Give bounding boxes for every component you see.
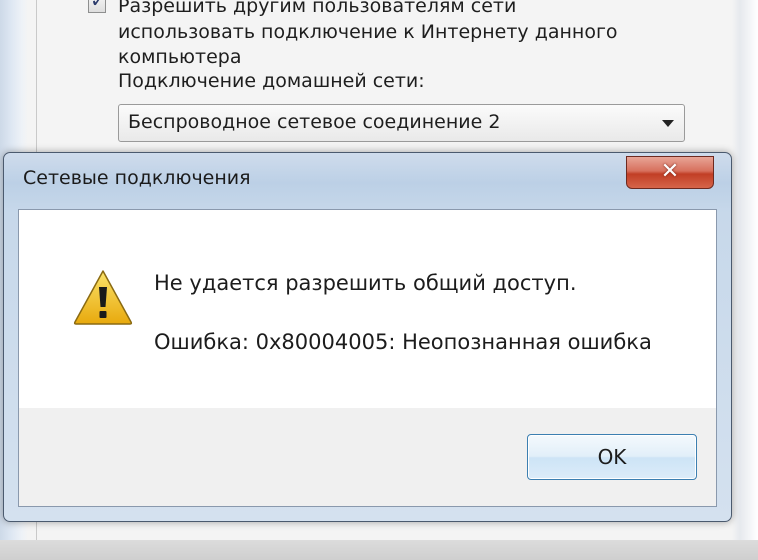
dialog-message-area: Не удается разрешить общий доступ. Ошибк… [19, 210, 716, 408]
ok-button[interactable]: OK [527, 434, 697, 480]
allow-sharing-label-line3: компьютера [118, 46, 242, 68]
dialog-error-code: Ошибка: 0x80004005: Неопознанная ошибка [154, 330, 652, 354]
dialog-main-message: Не удается разрешить общий доступ. [154, 271, 577, 295]
screen: ✓ Разрешить другим пользователям сети ис… [0, 0, 758, 560]
close-button[interactable]: ✕ [626, 156, 714, 189]
ok-button-label: OK [597, 445, 627, 469]
allow-sharing-label-line2: использовать подключение к Интернету дан… [118, 21, 618, 43]
checkmark-icon: ✓ [90, 0, 107, 12]
window-frame-bottom [0, 540, 758, 560]
dropdown-arrow-icon[interactable] [662, 120, 674, 127]
home-network-dropdown[interactable]: Беспроводное сетевое соединение 2 [118, 104, 685, 142]
home-network-label: Подключение домашней сети: [118, 70, 425, 92]
dialog-client-area: Не удается разрешить общий доступ. Ошибк… [18, 209, 717, 507]
allow-sharing-checkbox[interactable]: ✓ [88, 0, 107, 13]
close-icon: ✕ [660, 159, 680, 184]
window-frame-right [732, 0, 758, 560]
dialog-title: Сетевые подключения [23, 167, 251, 189]
home-network-selected-value: Беспроводное сетевое соединение 2 [128, 111, 501, 133]
allow-sharing-label-line1: Разрешить другим пользователям сети [118, 0, 517, 17]
warning-icon [73, 270, 133, 325]
network-connections-error-dialog: Сетевые подключения ✕ Не удается разреши… [3, 152, 732, 522]
